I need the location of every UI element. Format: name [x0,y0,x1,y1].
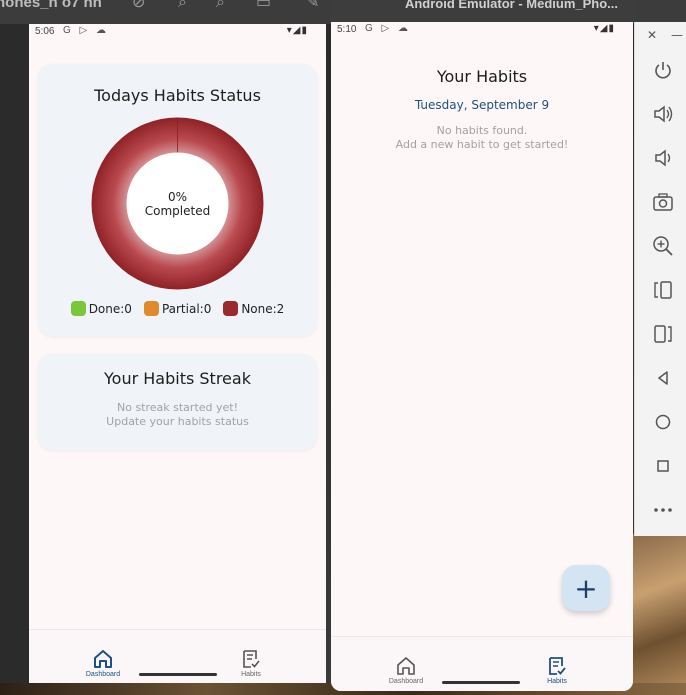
status-system-icons: ▾◢▮ [286,25,308,36]
nav-habits[interactable]: Habits [517,637,597,685]
checklist-icon [549,657,566,675]
streak-empty-line2: Update your habits status [106,415,249,428]
donut-center-text: 0% Completed [91,117,264,290]
minimize-icon[interactable]: — [671,28,683,42]
nav-dashboard-label: Dashboard [85,671,121,678]
left-window-strip [0,24,29,683]
streak-empty-line1: No streak started yet! [116,401,239,414]
status-bar: 5:06 G ▷ ☁ ▾◢▮ [29,24,326,40]
emulator-side-panel: ✕ — [634,22,686,536]
nav-dashboard[interactable]: Dashboard [366,637,446,685]
status-notification-icons: G ▷ ☁ [63,25,110,36]
status-donut-chart: 0% Completed [91,117,264,290]
legend-swatch-partial [143,301,159,316]
nav-habits-label: Habits [547,678,567,685]
emulator-window-title: Android Emulator - Medium_Pho... [404,0,618,11]
window-icon[interactable]: ▭ [256,0,271,11]
add-habit-button[interactable]: + [562,565,610,611]
legend-label-partial: Partial:0 [161,301,212,316]
home-icon [397,657,415,675]
bottom-nav: Dashboard Habits [29,629,326,683]
more-options-icon[interactable] [649,496,677,524]
left-window-title: hones_n o7 hh [0,0,102,11]
legend-label-none: None:2 [241,301,285,316]
power-icon[interactable] [649,56,677,84]
completed-label: Completed [144,203,211,218]
gesture-home-indicator[interactable] [442,681,520,684]
dashboard-screen: 5:06 G ▷ ☁ ▾◢▮ Todays Habits Status 0% C… [29,24,326,683]
legend-swatch-none [223,301,239,316]
overview-icon[interactable] [649,452,677,480]
nav-habits[interactable]: Habits [211,630,291,678]
zoom-icon[interactable] [649,232,677,260]
habits-status-card: Todays Habits Status 0% Completed Done:0… [38,64,317,336]
checklist-icon [243,650,260,668]
status-time: 5:10 [337,24,357,35]
legend-label-done: Done:0 [88,301,132,316]
status-system-icons: ▾◢▮ [593,23,615,34]
nav-dashboard-label: Dashboard [388,678,424,685]
habits-screen: 5:10 G ▷ ☁ ▾◢▮ Your Habits Tuesday, Sept… [331,22,633,691]
empty-state-line1: No habits found. [436,124,528,137]
status-time: 5:06 [35,26,55,37]
completed-percent: 0% [167,189,188,204]
empty-state-line2: Add a new habit to get started! [395,138,569,151]
edit-icon[interactable]: ✎ [306,0,319,11]
legend-item-done: Done:0 [70,301,132,316]
zoom-in-icon[interactable]: ⌕ [178,0,187,12]
home-circle-icon[interactable] [649,408,677,436]
legend-swatch-done [70,301,86,316]
status-legend: Done:0 Partial:0 None:2 [38,301,317,316]
home-icon [94,650,112,668]
zoom-out-icon[interactable]: ⌕ [216,0,225,12]
gesture-home-indicator[interactable] [139,673,217,676]
volume-down-icon[interactable] [649,144,677,172]
rotate-left-icon[interactable] [649,276,677,304]
status-bar: 5:10 G ▷ ☁ ▾◢▮ [331,22,633,38]
camera-icon[interactable] [649,188,677,216]
page-title: Your Habits [436,67,528,86]
plus-icon: + [574,571,598,605]
tool-icon[interactable]: ⊘ [132,0,145,11]
legend-item-none: None:2 [223,301,284,316]
back-icon[interactable] [649,364,677,392]
nav-dashboard[interactable]: Dashboard [63,630,143,678]
emulator-title-bar: Android Emulator - Medium_Pho... [331,0,634,22]
bottom-nav: Dashboard Habits [331,636,633,691]
current-date: Tuesday, September 9 [414,98,550,112]
streak-card-title: Your Habits Streak [104,369,251,388]
desktop-wallpaper [633,534,686,695]
close-icon[interactable]: ✕ [647,28,657,42]
volume-up-icon[interactable] [649,100,677,128]
habits-streak-card: Your Habits Streak No streak started yet… [38,354,317,450]
rotate-right-icon[interactable] [649,320,677,348]
status-card-title: Todays Habits Status [94,86,261,105]
status-notification-icons: G ▷ ☁ [365,23,412,34]
nav-habits-label: Habits [241,671,261,678]
legend-item-partial: Partial:0 [143,301,212,316]
